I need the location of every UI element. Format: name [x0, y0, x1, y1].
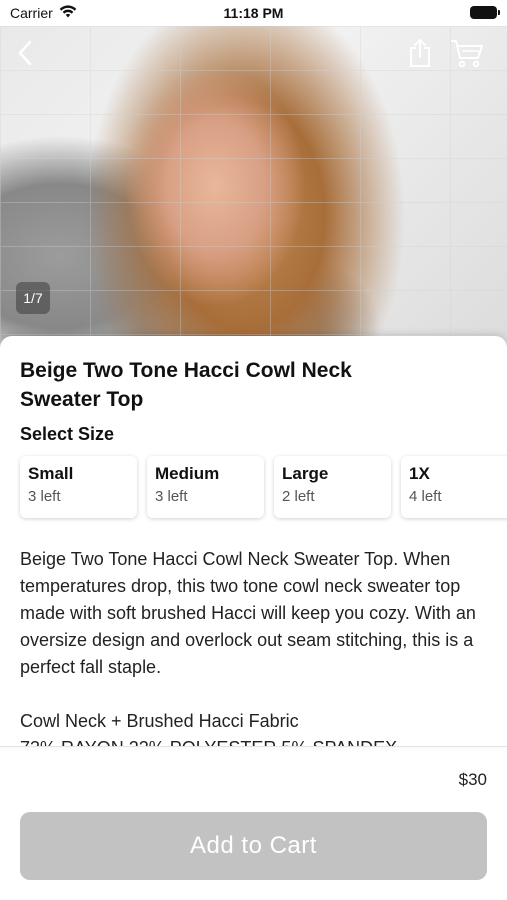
size-stock: 3 left — [28, 488, 61, 505]
share-icon — [407, 38, 433, 73]
brick-wall-texture — [0, 26, 507, 350]
size-stock: 4 left — [409, 488, 442, 505]
size-options: Small 3 left Medium 3 left Large 2 left … — [20, 456, 507, 518]
select-size-heading: Select Size — [20, 424, 115, 444]
size-option-1x[interactable]: 1X 4 left — [401, 456, 507, 518]
size-stock: 2 left — [282, 488, 315, 505]
product-title: Beige Two Tone Hacci Cowl Neck Sweater T… — [20, 359, 352, 411]
chevron-left-icon — [17, 40, 33, 71]
divider — [0, 746, 507, 747]
size-name: Small — [28, 464, 74, 483]
status-bar: Carrier 11:18 PM — [0, 0, 507, 26]
product-detail-composition: 73% RAYON 22% POLYESTER 5% SPANDEX — [20, 735, 397, 746]
product-description: Beige Two Tone Hacci Cowl Neck Sweater T… — [20, 549, 476, 677]
photo-counter: 1/7 — [16, 282, 50, 314]
cart-icon — [450, 38, 484, 73]
size-option-medium[interactable]: Medium 3 left — [147, 456, 264, 518]
size-name: 1X — [409, 464, 430, 483]
size-stock: 3 left — [155, 488, 188, 505]
share-button[interactable] — [405, 38, 435, 73]
cart-button[interactable] — [449, 38, 485, 73]
back-button[interactable] — [12, 40, 38, 70]
size-option-large[interactable]: Large 2 left — [274, 456, 391, 518]
add-to-cart-button[interactable]: Add to Cart — [20, 812, 487, 880]
size-name: Large — [282, 464, 329, 483]
product-detail-fabric: Cowl Neck + Brushed Hacci Fabric — [20, 711, 299, 731]
product-image[interactable]: 1/7 — [0, 26, 507, 350]
price-label: $30 — [458, 770, 487, 789]
product-details-sheet: Beige Two Tone Hacci Cowl Neck Sweater T… — [0, 336, 507, 746]
size-name: Medium — [155, 464, 220, 483]
battery-icon — [470, 6, 500, 19]
size-option-small[interactable]: Small 3 left — [20, 456, 137, 518]
status-time: 11:18 PM — [223, 5, 284, 21]
